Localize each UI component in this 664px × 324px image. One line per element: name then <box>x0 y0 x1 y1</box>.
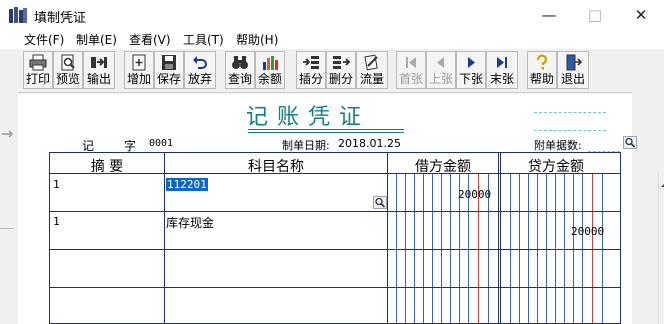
add-icon <box>132 54 146 71</box>
col-divider <box>387 153 388 324</box>
binoculars-icon <box>232 56 248 69</box>
row-divider <box>50 173 620 174</box>
balance-chart-icon <box>263 56 278 70</box>
row-divider <box>50 211 620 212</box>
menu-file[interactable]: 文件(F) <box>24 31 64 48</box>
col-divider <box>500 153 501 324</box>
delete-entry-button[interactable]: 删分 <box>326 51 356 89</box>
exit-icon <box>566 54 582 71</box>
search-icon <box>375 197 386 208</box>
printer-icon <box>29 54 47 71</box>
prev-icon <box>437 57 444 68</box>
left-margin <box>0 92 18 324</box>
save-icon <box>162 55 176 70</box>
left-divider <box>0 228 14 229</box>
preview-button[interactable]: 预览 <box>53 51 83 89</box>
export-icon <box>91 57 107 68</box>
balance-button[interactable]: 余额 <box>255 51 285 89</box>
menu-bar: 文件(F) 制单(E) 查看(V) 工具(T) 帮助(H) <box>0 30 664 49</box>
save-button[interactable]: 保存 <box>154 51 184 89</box>
insert-row-icon <box>303 56 319 69</box>
row-divider <box>50 287 620 288</box>
attachment-lookup-button[interactable] <box>623 136 637 149</box>
account-lookup-button[interactable] <box>373 196 387 209</box>
export-button[interactable]: 输出 <box>83 51 115 89</box>
date-label: 制单日期: <box>282 139 330 152</box>
next-icon <box>468 57 475 68</box>
dashed-field <box>534 112 606 113</box>
row1-summary[interactable]: 1 <box>53 178 60 191</box>
toolbar: 打印 预览 输出 增加 保存 放弃 查询 余额 插分 删分 流量 首张 上张 下… <box>0 49 664 93</box>
close-button[interactable]: ✕ <box>618 0 664 30</box>
title-underline <box>248 129 404 130</box>
print-button[interactable]: 打印 <box>23 51 53 89</box>
preview-icon <box>61 54 75 71</box>
arrow-right-icon <box>2 130 13 138</box>
last-voucher-button[interactable]: 末张 <box>486 51 518 89</box>
row1-debit[interactable]: 20000 <box>458 188 491 201</box>
insert-entry-button[interactable]: 插分 <box>296 51 326 89</box>
first-icon <box>406 57 416 68</box>
discard-button[interactable]: 放弃 <box>184 51 216 89</box>
add-button[interactable]: 增加 <box>124 51 154 89</box>
ledger-app-icon <box>9 7 27 23</box>
prev-voucher-button[interactable]: 上张 <box>426 51 456 89</box>
next-voucher-button[interactable]: 下张 <box>456 51 486 89</box>
row1-account-input[interactable]: 112201 <box>166 178 208 191</box>
dashed-field <box>534 130 606 131</box>
search-icon <box>625 137 636 148</box>
menu-view[interactable]: 查看(V) <box>129 31 171 48</box>
minimize-button[interactable]: — <box>526 0 572 30</box>
row2-credit[interactable]: 20000 <box>571 225 604 238</box>
row2-summary[interactable]: 1 <box>53 215 60 228</box>
menu-help[interactable]: 帮助(H) <box>236 31 278 48</box>
first-voucher-button[interactable]: 首张 <box>396 51 426 89</box>
undo-icon <box>193 56 207 69</box>
cashflow-icon <box>364 54 378 71</box>
menu-tools[interactable]: 工具(T) <box>183 31 224 48</box>
maximize-button[interactable]: □ <box>572 0 618 30</box>
grid-scrollbar[interactable] <box>658 173 664 324</box>
voucher-number[interactable]: 0001 <box>149 138 173 149</box>
delete-row-icon <box>333 56 350 69</box>
voucher-entry-grid: 摘 要 科目名称 借方金额 贷方金额 1 112201 20000 1 库存现金… <box>49 152 664 324</box>
col-divider <box>498 153 499 324</box>
last-icon <box>497 57 507 68</box>
title-bar: 填制凭证 — □ ✕ <box>0 0 664 30</box>
help-button[interactable]: 帮助 <box>527 51 557 89</box>
title-underline-2 <box>248 132 404 133</box>
voucher-date[interactable]: 2018.01.25 <box>338 137 401 150</box>
voucher-title: 记账凭证 <box>246 105 371 130</box>
col-divider <box>164 153 165 324</box>
window-title: 填制凭证 <box>34 11 87 26</box>
exit-button[interactable]: 退出 <box>557 51 589 89</box>
attachments-label: 附单据数: <box>534 139 582 152</box>
cashflow-button[interactable]: 流量 <box>356 51 388 89</box>
row-divider <box>50 249 620 250</box>
query-button[interactable]: 查询 <box>225 51 255 89</box>
scroll-up-icon[interactable] <box>660 181 664 189</box>
menu-voucher[interactable]: 制单(E) <box>76 31 117 48</box>
help-icon <box>536 54 548 70</box>
row2-account[interactable]: 库存现金 <box>166 214 214 231</box>
